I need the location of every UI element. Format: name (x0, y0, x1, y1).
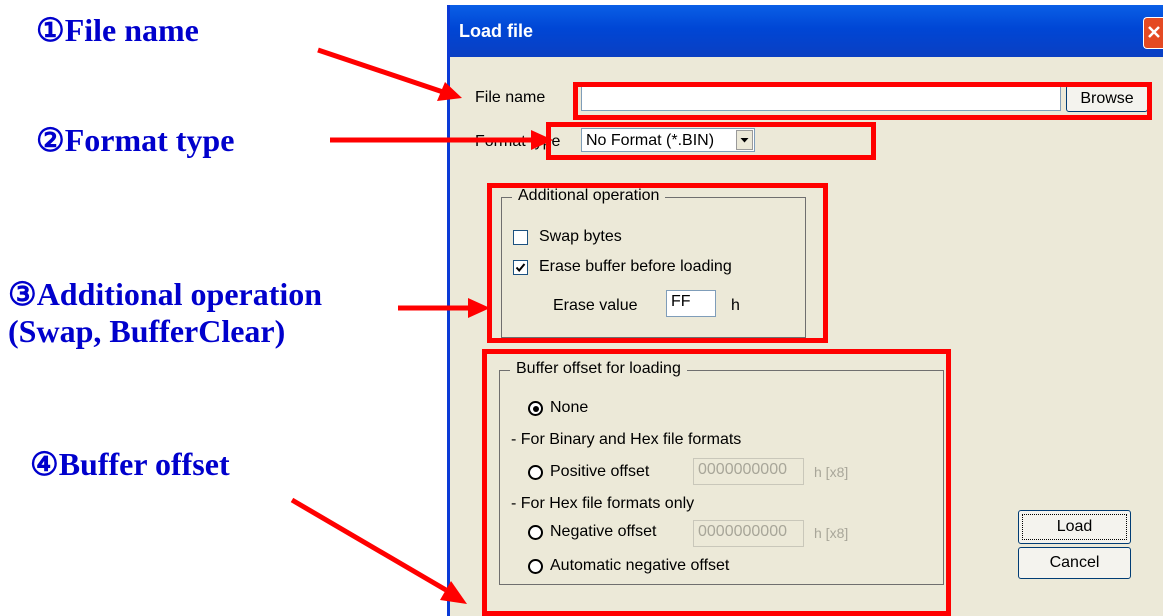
arrow-format-type (330, 130, 553, 150)
arrow-buffer-offset (290, 497, 467, 604)
arrow-file-name (317, 47, 462, 101)
arrow-additional-operation (398, 298, 490, 318)
annotation-arrows (290, 47, 553, 604)
